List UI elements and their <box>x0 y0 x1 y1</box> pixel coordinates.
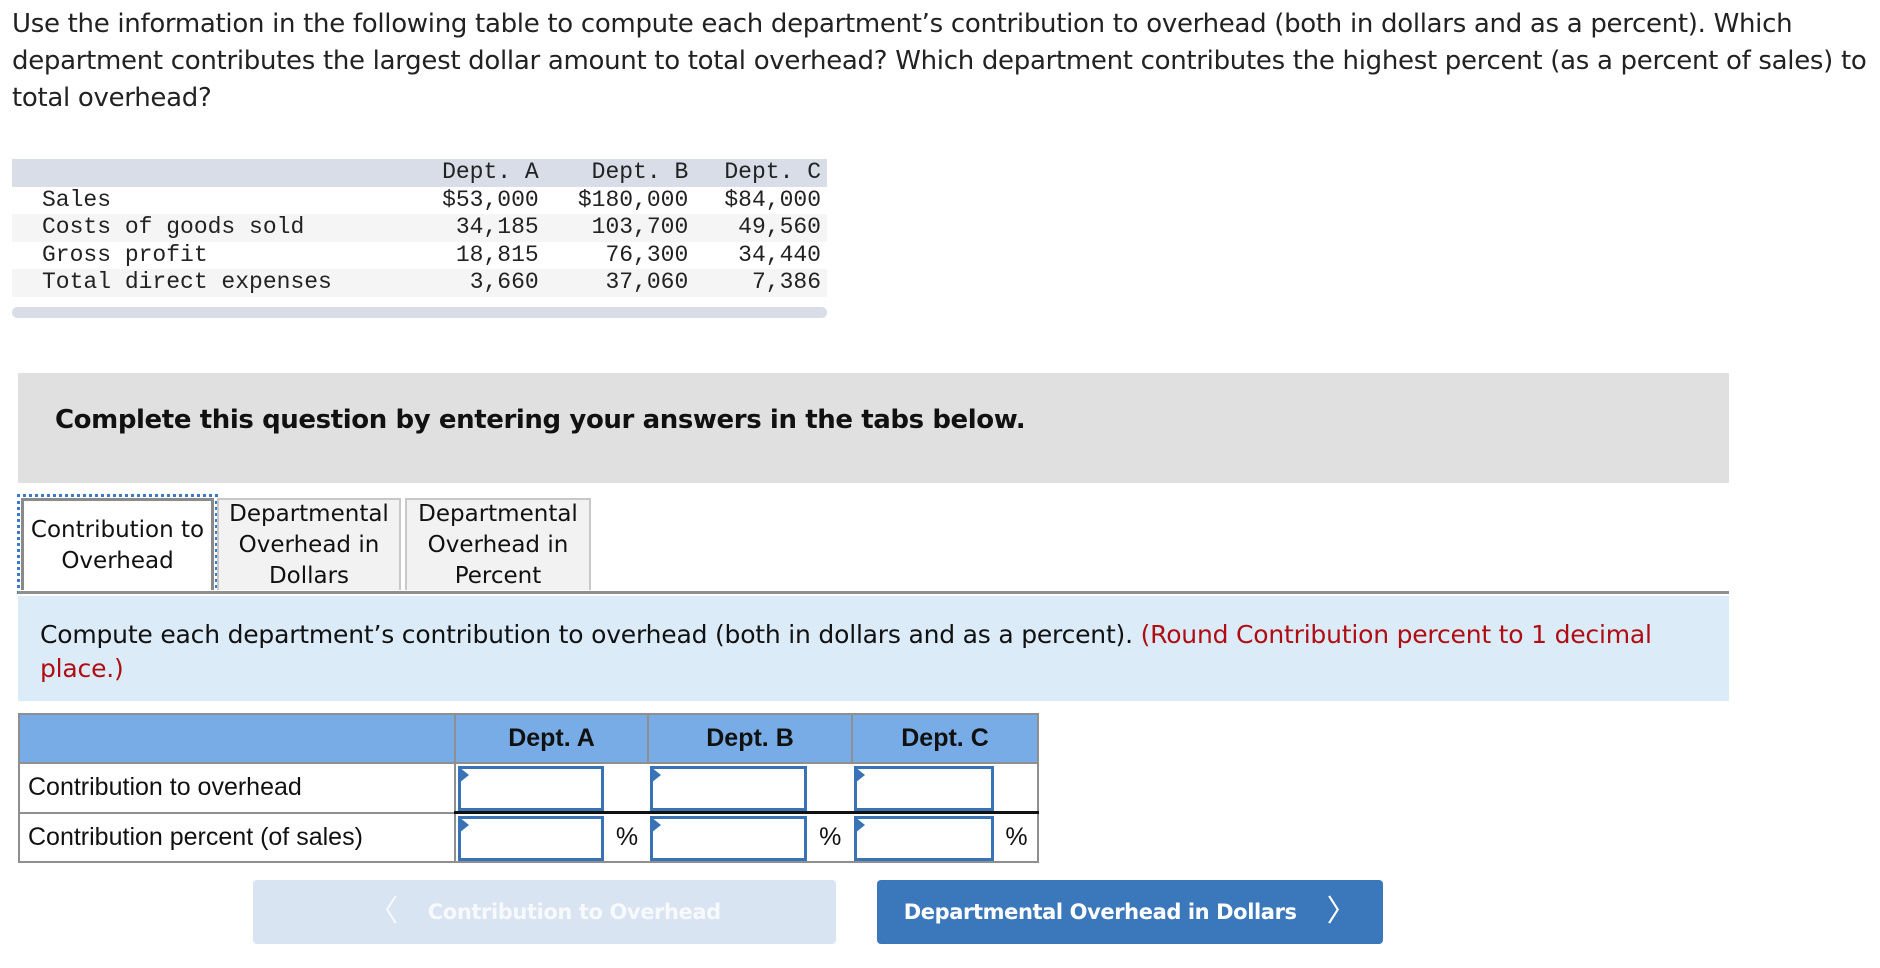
instruction-text: Compute each department’s contribution t… <box>40 620 1133 649</box>
question-prompt: Use the information in the following tab… <box>12 9 1867 113</box>
dept-b-percent-input[interactable] <box>650 816 807 861</box>
answer-row-contribution-percent: Contribution percent (of sales) % % % <box>18 811 1039 863</box>
percent-unit-label: % <box>606 811 648 863</box>
given-row: Costs of goods sold 34,185 103,700 49,56… <box>12 214 827 242</box>
answer-row-label: Contribution to overhead <box>18 762 456 813</box>
given-col-header: Dept. B <box>591 159 689 185</box>
dept-c-percent-input[interactable] <box>854 816 994 861</box>
given-cell: 37,060 <box>605 269 689 295</box>
given-cell: $84,000 <box>724 186 821 213</box>
given-row: Gross profit 18,815 76,300 34,440 <box>12 241 827 269</box>
answer-row-label: Contribution percent (of sales) <box>18 811 456 863</box>
tab-label-line: Departmental <box>418 500 578 527</box>
given-cell: 34,440 <box>738 241 821 268</box>
given-row-label: Total direct expenses <box>42 269 332 295</box>
given-row: Sales $53,000 $180,000 $84,000 <box>12 186 827 214</box>
previous-tab-button[interactable]: 〈 Contribution to Overhead <box>253 880 836 944</box>
dept-a-contribution-field[interactable] <box>461 769 601 808</box>
input-flag-icon <box>651 817 661 833</box>
dept-c-contribution-input[interactable] <box>854 766 994 811</box>
answer-col-header: Dept. C <box>851 713 1039 764</box>
unit-label <box>996 762 1039 814</box>
percent-unit-label: % <box>996 811 1039 863</box>
next-tab-button[interactable]: Departmental Overhead in Dollars 〉 <box>877 880 1383 944</box>
given-cell: $180,000 <box>577 186 689 213</box>
given-row-label: Costs of goods sold <box>42 214 305 240</box>
given-cell: 34,185 <box>455 214 539 240</box>
given-cell: 49,560 <box>738 214 821 240</box>
tab-departmental-overhead-dollars[interactable]: Departmental Overhead in Dollars <box>217 498 401 590</box>
answer-row-contribution-dollars: Contribution to overhead <box>18 762 1039 814</box>
tab-label-line: Dollars <box>268 562 350 589</box>
input-flag-icon <box>855 767 865 783</box>
tab-label-line: Contribution to <box>30 516 205 543</box>
tab-label-line: Overhead in <box>238 531 380 558</box>
dept-b-contribution-input[interactable] <box>650 766 807 811</box>
dept-a-contribution-input[interactable] <box>458 766 604 811</box>
given-cell: 76,300 <box>605 241 689 268</box>
unit-label <box>606 762 648 814</box>
given-col-header: Dept. A <box>442 159 539 185</box>
dept-b-contribution-field[interactable] <box>653 769 804 808</box>
answer-table: Dept. A Dept. B Dept. C Contribution to … <box>18 713 1039 863</box>
given-row: Total direct expenses 3,660 37,060 7,386 <box>12 269 827 297</box>
percent-unit-label: % <box>808 811 852 863</box>
answer-col-header: Dept. A <box>454 713 649 764</box>
given-col-header <box>12 159 412 187</box>
given-cell: 103,700 <box>591 214 689 240</box>
given-cell: 18,815 <box>455 241 539 268</box>
tab-label-line: Percent <box>454 562 542 589</box>
dept-a-percent-input[interactable] <box>458 816 604 861</box>
tab-departmental-overhead-percent[interactable]: Departmental Overhead in Percent <box>405 498 591 590</box>
banner-text: Complete this question by entering your … <box>55 405 1026 435</box>
given-table-scrollbar[interactable] <box>12 307 827 318</box>
tab-divider <box>18 591 1729 594</box>
input-flag-icon <box>651 767 661 783</box>
given-row-label: Gross profit <box>42 241 208 268</box>
given-col-header: Dept. C <box>724 159 821 185</box>
given-cell: 7,386 <box>751 269 821 295</box>
answer-col-header <box>18 713 456 764</box>
given-cell: $53,000 <box>442 186 539 213</box>
instructions-banner: Complete this question by entering your … <box>18 373 1729 483</box>
answer-table-header: Dept. A Dept. B Dept. C <box>18 713 1039 764</box>
dept-c-percent-field[interactable] <box>857 819 991 858</box>
given-table-header: Dept. A Dept. B Dept. C <box>12 159 827 187</box>
next-tab-label: Departmental Overhead in Dollars <box>903 900 1297 924</box>
chevron-right-icon: 〉 <box>1326 894 1357 929</box>
given-row-label: Sales <box>42 186 112 213</box>
chevron-left-icon: 〈 <box>368 894 398 929</box>
task-instruction: Compute each department’s contribution t… <box>18 596 1729 701</box>
dept-a-percent-field[interactable] <box>461 819 601 858</box>
answer-col-header: Dept. B <box>647 713 853 764</box>
input-flag-icon <box>459 817 469 833</box>
dept-b-percent-field[interactable] <box>653 819 804 858</box>
input-flag-icon <box>459 767 469 783</box>
answer-tabs: Contribution to Overhead Departmental Ov… <box>17 494 1729 594</box>
input-flag-icon <box>855 817 865 833</box>
tab-label-line: Departmental <box>229 500 389 527</box>
unit-label <box>808 762 852 814</box>
previous-tab-label: Contribution to Overhead <box>427 900 721 924</box>
given-data-table: Dept. A Dept. B Dept. C Sales $53,000 $1… <box>12 159 827 297</box>
tab-label-line: Overhead in <box>427 531 569 558</box>
tab-label-line: Overhead <box>61 547 174 574</box>
tab-contribution-to-overhead[interactable]: Contribution to Overhead <box>17 494 218 594</box>
given-cell: 3,660 <box>469 269 539 295</box>
dept-c-contribution-field[interactable] <box>857 769 991 808</box>
